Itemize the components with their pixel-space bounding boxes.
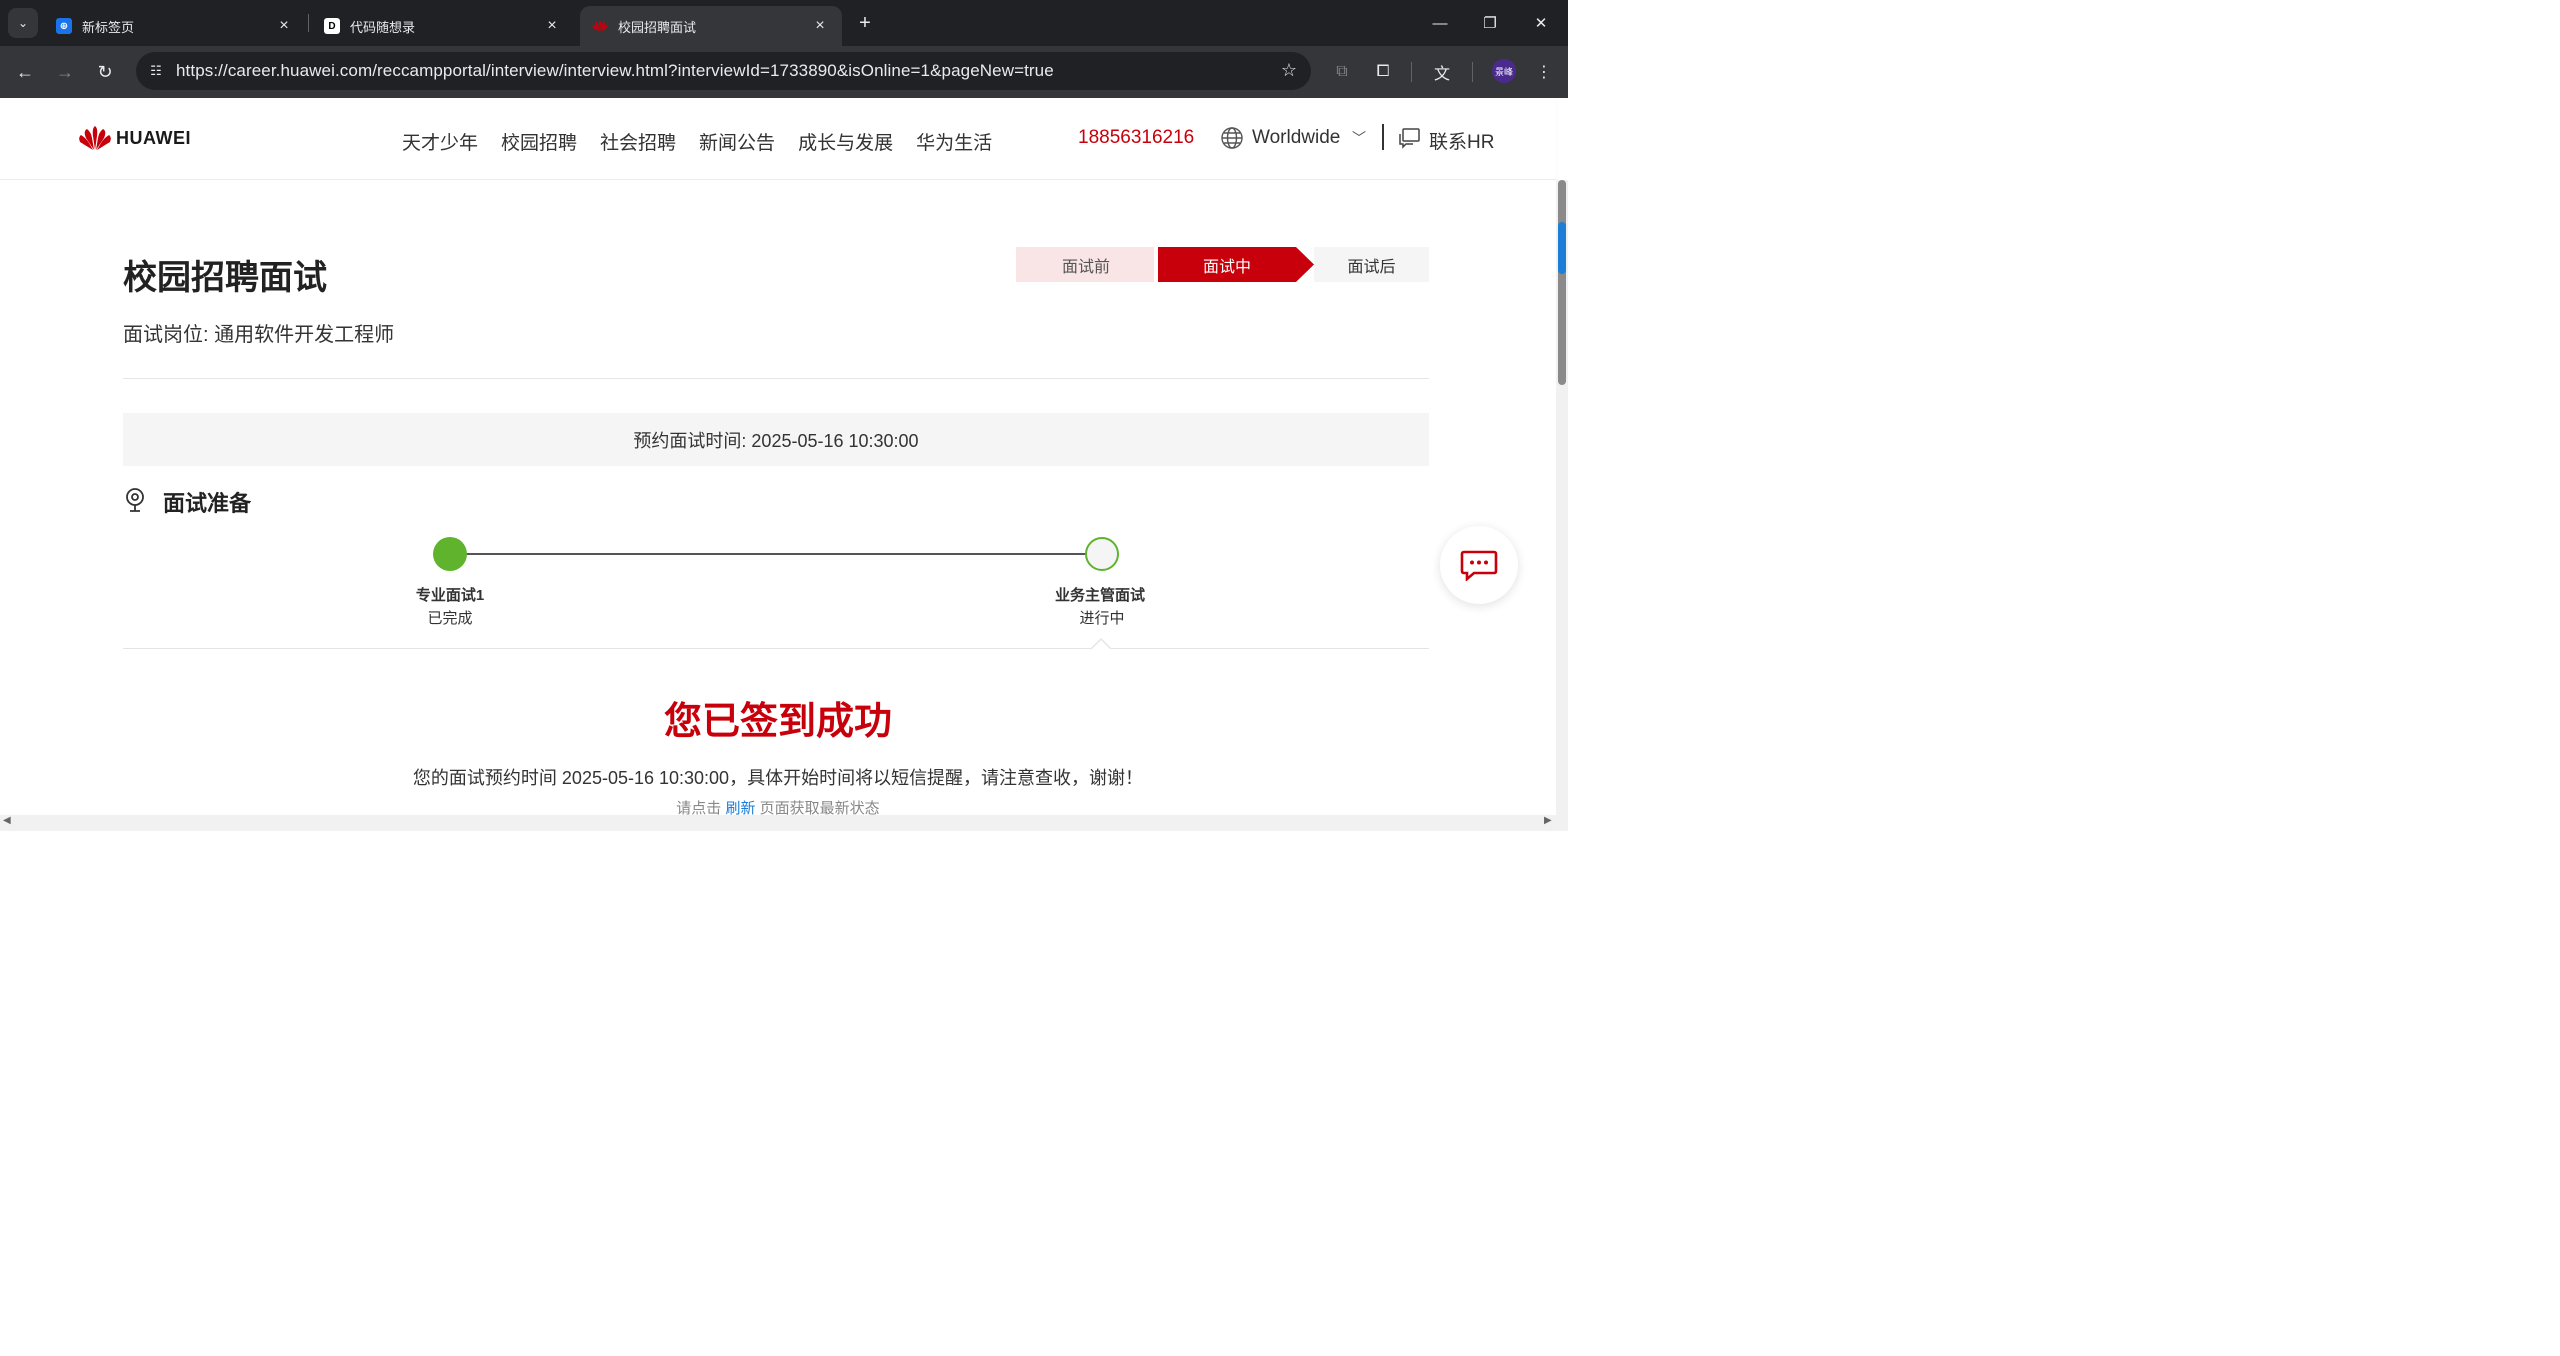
scroll-left-icon[interactable]: ◀ [3,815,11,826]
chevron-down-icon[interactable]: ﹀ [1352,128,1366,148]
floating-chat-button[interactable] [1440,526,1518,604]
toolbar-divider [1472,62,1473,82]
step-before-interview: 面试前 [1016,247,1156,282]
scroll-right-icon[interactable]: ▶ [1544,815,1552,826]
horizontal-scrollbar[interactable] [0,815,1556,831]
extensions-icon[interactable]: ⧠ [1371,60,1395,84]
section-divider [123,378,1429,379]
scrollbar-thumb[interactable] [1558,180,1566,385]
reload-button[interactable]: ↻ [91,58,119,86]
browser-tab-strip: ⌄ ⊕ 新标签页 × D 代码随想录 × 校园招聘面试 × + — ❐ ✕ [0,0,1568,46]
main-nav: 天才少年 校园招聘 社会招聘 新闻公告 成长与发展 华为生活 [402,128,1015,155]
tab-title: 新标签页 [82,19,135,35]
profile-avatar[interactable]: 景峰 [1492,59,1516,83]
schedule-box: 预约面试时间: 2025-05-16 10:30:00 [123,413,1429,466]
section-divider [123,648,1429,649]
user-phone[interactable]: 18856316216 [1078,127,1194,149]
restore-button[interactable]: ❐ [1467,8,1513,38]
globe-icon[interactable] [1220,126,1244,150]
minimize-icon: — [1432,14,1448,32]
step-during-interview: 面试中 [1158,247,1296,282]
huawei-favicon-icon [592,18,608,34]
translate-icon[interactable]: 文 [1430,60,1454,84]
nav-item-genius-youth[interactable]: 天才少年 [402,128,478,155]
nav-item-campus-recruit[interactable]: 校园招聘 [501,128,577,155]
pointer-caret-inner [1091,640,1111,650]
restore-icon: ❐ [1483,15,1497,32]
close-icon[interactable]: × [542,16,562,36]
timeline-step-title: 专业面试1 [415,587,485,604]
step-label: 面试后 [1347,258,1396,276]
schedule-text: 预约面试时间: 2025-05-16 10:30:00 [633,430,919,451]
section-title: 面试准备 [163,491,252,516]
timeline-step-status: 已完成 [427,610,473,627]
timeline-node-current [1085,537,1119,571]
page-title: 校园招聘面试 [123,259,327,297]
timeline-step-title: 业务主管面试 [1054,587,1145,604]
webcam-icon [124,487,146,513]
tab-title: 代码随想录 [350,19,416,35]
nav-item-news[interactable]: 新闻公告 [699,128,775,155]
checkin-success-heading: 您已签到成功 [663,701,892,743]
huawei-logo[interactable]: HUAWEI [78,126,191,150]
position-label: 面试岗位: 通用软件开发工程师 [123,324,395,346]
address-bar[interactable]: ☷ https://career.huawei.com/reccampporta… [136,52,1311,90]
more-menu-icon[interactable]: ⋮ [1532,60,1556,84]
back-button[interactable]: ← [11,58,39,86]
arrow-right-icon: → [56,61,74,82]
huawei-flower-icon [78,126,112,150]
nav-item-huawei-life[interactable]: 华为生活 [916,128,992,155]
header-divider [1382,124,1384,150]
chevron-down-icon: ⌄ [17,16,29,30]
tab-divider [308,14,309,32]
tab-new-tab[interactable]: ⊕ 新标签页 × [44,6,306,46]
nav-item-growth[interactable]: 成长与发展 [798,128,893,155]
tab-code-notes[interactable]: D 代码随想录 × [312,6,574,46]
timeline-step-status: 进行中 [1079,610,1125,627]
site-info-icon[interactable]: ☷ [144,59,168,83]
forward-button[interactable]: → [51,58,79,86]
new-tab-favicon-icon: ⊕ [56,18,72,34]
close-icon: ✕ [1534,15,1548,32]
tab-campus-interview[interactable]: 校园招聘面试 × [580,6,842,46]
plus-icon: + [859,11,871,34]
arrow-left-icon: ← [16,61,34,82]
site-header: HUAWEI 天才少年 校园招聘 社会招聘 新闻公告 成长与发展 华为生活 18… [0,98,1556,180]
url-text[interactable]: https://career.huawei.com/reccampportal/… [176,61,1054,81]
timeline-node-completed [433,537,467,571]
contact-chat-icon[interactable] [1397,126,1421,150]
main-content: 校园招聘面试 面试岗位: 通用软件开发工程师 面试前 面试中 面试后 预约面试时… [0,180,1556,831]
step-after-interview: 面试后 [1314,247,1429,282]
region-selector[interactable]: Worldwide [1252,127,1340,149]
tab-search-button[interactable]: ⌄ [8,8,38,38]
close-icon[interactable]: × [274,16,294,36]
minimize-button[interactable]: — [1417,8,1463,38]
checkin-notice: 您的面试预约时间 2025-05-16 10:30:00，具体开始时间将以短信提… [412,768,1144,788]
nav-item-social-recruit[interactable]: 社会招聘 [600,128,676,155]
toolbar-divider [1411,62,1412,82]
step-label: 面试中 [1202,258,1251,276]
tab-copy-icon[interactable]: ⧉ [1330,60,1354,84]
new-tab-button[interactable]: + [852,10,878,36]
browser-toolbar: ← → ↻ ☷ https://career.huawei.com/reccam… [0,46,1568,98]
chat-bubble-icon [1460,550,1498,581]
reload-icon: ↻ [97,61,113,82]
timeline-line [450,553,1102,555]
logo-text: HUAWEI [116,127,191,148]
scrollbar-position-marker [1558,222,1566,274]
close-window-button[interactable]: ✕ [1518,8,1564,38]
code-notes-favicon-icon: D [324,18,340,34]
step-arrow-icon [1296,247,1314,282]
profile-initials: 景峰 [1494,66,1513,77]
step-label: 面试前 [1061,258,1110,276]
interview-stage-steps: 面试前 面试中 面试后 [1016,247,1429,282]
bookmark-star-icon[interactable]: ☆ [1281,60,1297,81]
contact-hr-link[interactable]: 联系HR [1429,127,1494,154]
tab-title: 校园招聘面试 [618,19,697,35]
close-icon[interactable]: × [810,16,830,36]
